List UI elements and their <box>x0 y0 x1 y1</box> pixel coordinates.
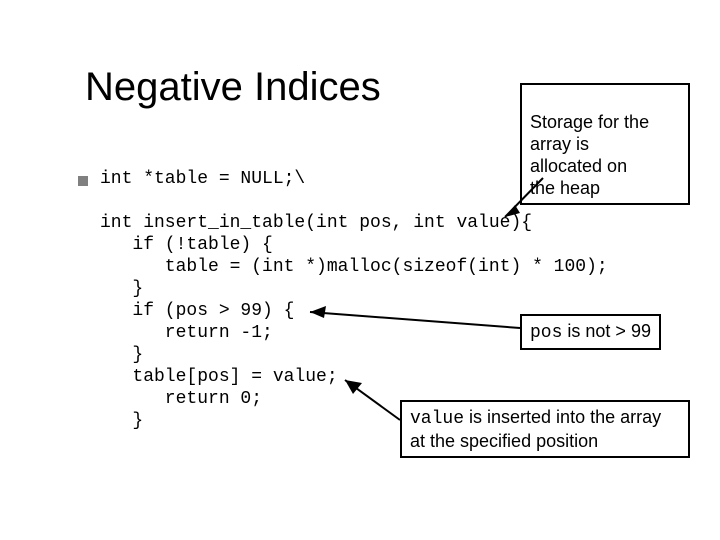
callout-heap: Storage for the array is allocated on th… <box>520 83 690 205</box>
callout-heap-text: Storage for the array is allocated on th… <box>530 112 649 198</box>
slide-title: Negative Indices <box>85 65 381 110</box>
code-block: int *table = NULL;\ int insert_in_table(… <box>100 168 608 432</box>
slide: Negative Indices int *table = NULL;\ int… <box>0 0 720 540</box>
callout-pos-rest: is not > 99 <box>562 321 651 341</box>
callout-pos: pos is not > 99 <box>520 314 661 350</box>
bullet-icon <box>78 176 88 186</box>
callout-value: value is inserted into the array at the … <box>400 400 690 458</box>
callout-pos-prefix: pos <box>530 323 562 343</box>
callout-value-prefix: value <box>410 409 464 429</box>
